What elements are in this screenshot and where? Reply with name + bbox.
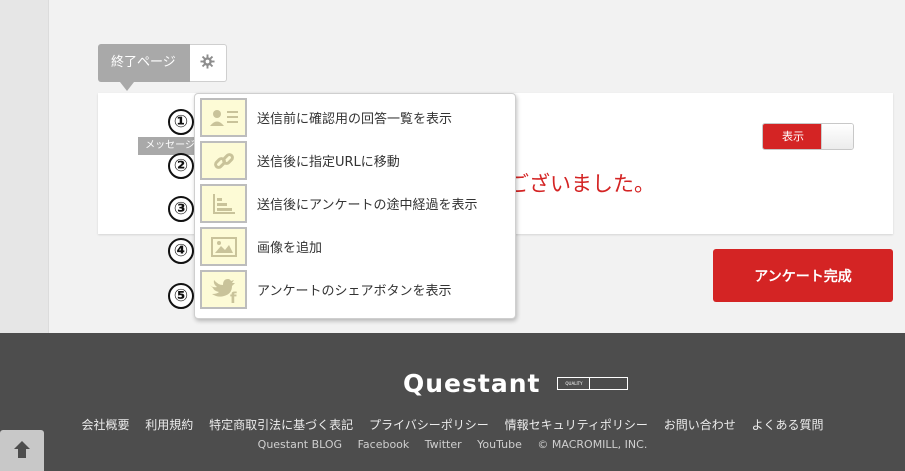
menu-item-show-progress[interactable]: 送信後にアンケートの途中経過を表示 — [195, 183, 517, 224]
display-toggle-label: 表示 — [763, 124, 823, 149]
menu-item-share-buttons[interactable]: f アンケートのシェアボタンを表示 — [195, 269, 517, 310]
footer-logo-group: Questant QUALITY — [403, 369, 629, 398]
footer-link-blog[interactable]: Questant BLOG — [258, 438, 342, 451]
menu-item-label: 送信後に指定URLに移動 — [257, 155, 400, 170]
annotation-number: ⑤ — [168, 283, 194, 309]
questant-logo[interactable]: Questant — [403, 369, 540, 398]
footer-links-primary: 会社概要 利用規約 特定商取引法に基づく表記 プライバシーポリシー 情報セキュリ… — [0, 416, 905, 433]
footer-link-terms[interactable]: 利用規約 — [145, 418, 193, 432]
link-icon — [200, 141, 247, 180]
copyright-text: © MACROMILL, INC. — [537, 438, 648, 451]
menu-item-label: アンケートのシェアボタンを表示 — [257, 284, 452, 299]
footer-link-company[interactable]: 会社概要 — [81, 418, 129, 432]
menu-item-label: 画像を追加 — [257, 241, 323, 256]
twitter-facebook-icon: f — [200, 270, 247, 309]
end-page-tab-label[interactable]: 終了ページ — [98, 44, 190, 91]
menu-item-redirect-url[interactable]: 送信後に指定URLに移動 — [195, 140, 517, 181]
left-sidebar-strip — [0, 0, 49, 333]
footer-link-youtube[interactable]: YouTube — [477, 438, 522, 451]
message-label: メッセージ — [138, 137, 202, 155]
footer-link-privacy[interactable]: プライバシーポリシー — [369, 418, 489, 432]
footer-link-commercial-law[interactable]: 特定商取引法に基づく表記 — [209, 418, 353, 432]
footer-link-facebook[interactable]: Facebook — [358, 438, 410, 451]
menu-item-label: 送信後にアンケートの途中経過を表示 — [257, 198, 478, 213]
annotation-number: ① — [168, 109, 194, 135]
arrow-up-icon — [11, 438, 33, 464]
thanks-message-text[interactable]: ございました。 — [508, 168, 655, 198]
svg-text:f: f — [230, 289, 237, 304]
quality-badge-left: QUALITY — [558, 378, 591, 389]
gear-icon — [200, 53, 215, 73]
settings-dropdown-menu: 送信前に確認用の回答一覧を表示 送信後に指定URLに移動 送信後にアンケートの途… — [194, 93, 516, 319]
bar-chart-icon — [200, 184, 247, 223]
image-icon — [200, 227, 247, 266]
person-list-icon — [200, 98, 247, 137]
footer-link-contact[interactable]: お問い合わせ — [664, 418, 736, 432]
footer-link-security-policy[interactable]: 情報セキュリティポリシー — [505, 418, 648, 432]
footer-link-faq[interactable]: よくある質問 — [752, 418, 824, 432]
annotation-number: ③ — [168, 196, 194, 222]
scroll-to-top-button[interactable] — [0, 430, 44, 471]
footer-links-secondary: Questant BLOG Facebook Twitter YouTube ©… — [0, 438, 905, 451]
menu-item-add-image[interactable]: 画像を追加 — [195, 226, 517, 267]
settings-gear-button[interactable] — [189, 44, 227, 82]
complete-survey-button[interactable]: アンケート完成 — [713, 249, 893, 302]
site-footer: Questant QUALITY 会社概要 利用規約 特定商取引法に基づく表記 … — [0, 333, 905, 471]
display-toggle[interactable]: 表示 — [762, 123, 854, 150]
footer-link-twitter[interactable]: Twitter — [425, 438, 462, 451]
toggle-knob — [821, 124, 853, 149]
annotation-number: ② — [168, 153, 194, 179]
end-page-tab: 終了ページ — [98, 44, 227, 91]
menu-item-confirm-answers[interactable]: 送信前に確認用の回答一覧を表示 — [195, 97, 517, 138]
quality-badge: QUALITY — [557, 377, 629, 390]
menu-item-label: 送信前に確認用の回答一覧を表示 — [257, 112, 453, 127]
annotation-number: ④ — [168, 238, 194, 264]
